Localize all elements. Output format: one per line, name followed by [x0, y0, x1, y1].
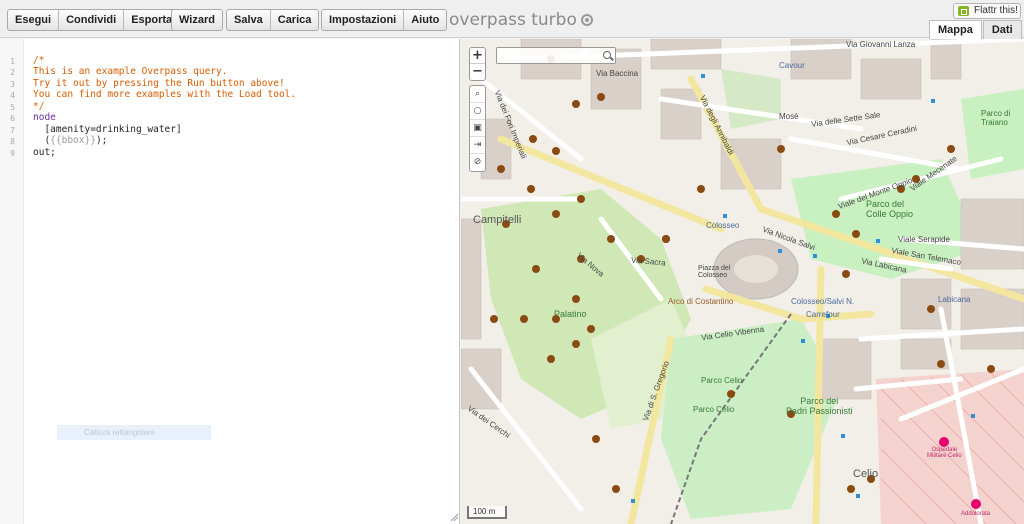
map-label: Mosè [779, 112, 799, 121]
overpass-logo-icon [580, 14, 593, 26]
map-label: Celio [853, 468, 879, 480]
line-number: 6 [10, 114, 15, 123]
search-icon [603, 51, 611, 59]
map-label: Labicana [938, 295, 971, 304]
wizard-button[interactable]: Wizard [172, 10, 222, 30]
zoom-in-button[interactable]: + [470, 48, 485, 64]
code-line: ({{bbox}}); [33, 135, 107, 146]
flattr-button[interactable]: Flattr this! [953, 3, 1021, 19]
image-export-icon[interactable]: ▣ [470, 120, 485, 137]
scale-bar: 100 m [467, 506, 507, 519]
map-label: Parco del Colle Oppio [866, 199, 914, 219]
code-line: [amenity=drinking_water] [33, 124, 182, 135]
query-editor[interactable]: 1 2 3 4 5 6 7 8 9 /* This is an example … [0, 39, 460, 524]
line-number-gutter: 1 2 3 4 5 6 7 8 9 [0, 39, 24, 524]
code-line: This is an example Overpass query. [33, 66, 228, 77]
zoom-out-button[interactable]: − [470, 64, 485, 80]
green-area [721, 69, 781, 129]
map-label: Parco Celio [701, 376, 743, 385]
run-share-export-group: Esegui Condividi Esporta [7, 9, 181, 31]
zoom-control: + − [469, 47, 486, 81]
line-number: 2 [10, 68, 15, 77]
line-number: 1 [10, 57, 15, 66]
map-search-input[interactable] [496, 47, 616, 64]
line-number: 5 [10, 103, 15, 112]
map-view[interactable]: Cavour Via Giovanni Lanza Via Baccina Vi… [461, 39, 1024, 524]
capture-hint: Cattura rettangolare [57, 425, 211, 440]
line-number: 9 [10, 149, 15, 158]
tab-map[interactable]: Mappa [929, 20, 982, 39]
code-token: ); [95, 135, 108, 146]
bbox-template-token: {{bbox}} [50, 135, 96, 146]
map-label: Cavour [779, 61, 805, 70]
search-location-icon[interactable]: ⌕ [470, 86, 485, 103]
share-button[interactable]: Condividi [59, 10, 125, 30]
run-button[interactable]: Esegui [8, 10, 60, 30]
hide-data-icon[interactable]: ⊘ [470, 154, 485, 171]
code-line: You can find more examples with the Load… [33, 89, 297, 100]
flattr-label: Flattr this! [974, 5, 1018, 16]
save-load-group: Salva Carica [226, 9, 320, 31]
locate-icon[interactable]: ○ [470, 103, 485, 120]
map-label: Palatino [554, 309, 587, 319]
flattr-icon [958, 6, 969, 16]
map-label: Addolorata [961, 511, 991, 517]
code-token: ( [33, 135, 51, 146]
map-label: Via Giovanni Lanza [846, 40, 916, 49]
code-line: Try it out by pressing the Run button ab… [33, 78, 285, 89]
map-label: Campitelli [473, 214, 522, 226]
fit-data-icon[interactable]: ⇥ [470, 137, 485, 154]
save-button[interactable]: Salva [227, 10, 271, 30]
map-label: Viale Serapide [898, 235, 950, 244]
code-line: node [33, 112, 56, 123]
map-label: Parco di Traiano [981, 109, 1011, 127]
code-line: */ [33, 101, 45, 112]
map-label: Carrefour [806, 310, 840, 319]
help-button[interactable]: Aiuto [404, 10, 446, 30]
toolbar: Esegui Condividi Esporta Wizard Salva Ca… [0, 0, 1024, 39]
colosseum-arena [734, 255, 778, 283]
map-label: Piazza del Colosseo [698, 265, 731, 279]
settings-button[interactable]: Impostazioni [322, 10, 405, 30]
map-tool-control: ⌕ ○ ▣ ⇥ ⊘ [469, 85, 486, 172]
app-title: overpass turbo [449, 10, 593, 30]
line-number: 8 [10, 137, 15, 146]
wizard-group: Wizard [171, 9, 223, 31]
view-tabs: Mappa Dati [928, 20, 1022, 39]
code-line: out; [33, 147, 56, 158]
load-button[interactable]: Carica [271, 10, 319, 30]
map-label: Arco di Costantino [668, 297, 734, 306]
app-title-text: overpass turbo [449, 10, 577, 30]
map-label: Parco dei Padri Passionisti [786, 396, 853, 416]
line-number: 3 [10, 80, 15, 89]
resize-handle-icon[interactable] [450, 513, 458, 521]
settings-help-group: Impostazioni Aiuto [321, 9, 448, 31]
code-line: /* [33, 55, 45, 66]
map-label: Parco Celio [693, 405, 735, 414]
map-label: Ospedale Militare Celio [927, 447, 962, 459]
line-number: 7 [10, 126, 15, 135]
line-number: 4 [10, 91, 15, 100]
map-label: Colosseo [706, 221, 740, 230]
map-label: Colosseo/Salvi N. [791, 297, 855, 306]
map-label: Via Baccina [596, 69, 639, 78]
tab-data[interactable]: Dati [982, 20, 1022, 39]
